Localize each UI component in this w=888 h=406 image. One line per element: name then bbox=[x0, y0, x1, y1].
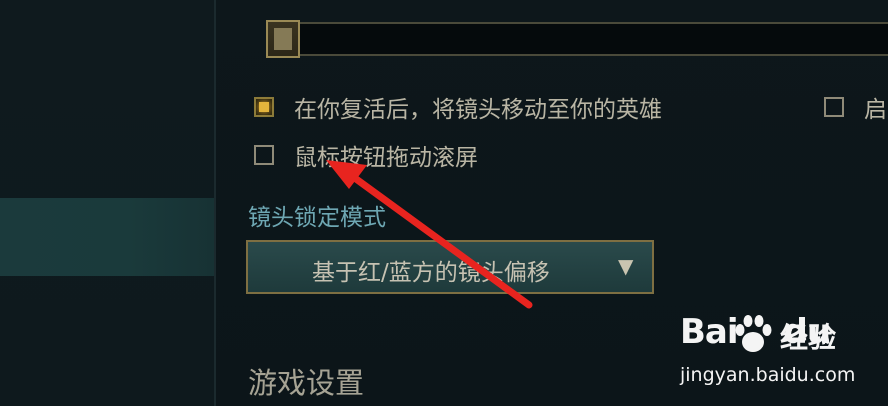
camera-lock-mode-dropdown[interactable]: 基于红/蓝方的镜头偏移 ▼ bbox=[246, 240, 654, 294]
dropdown-selected-value: 基于红/蓝方的镜头偏移 bbox=[312, 260, 550, 286]
right-option-label: 启 bbox=[864, 97, 887, 123]
chevron-down-icon: ▼ bbox=[618, 254, 634, 278]
game-settings-screen: 在你复活后，将镜头移动至你的英雄 启 鼠标按钮拖动滚屏 镜头锁定模式 基于红/蓝… bbox=[0, 0, 888, 406]
camera-lock-mode-label: 镜头锁定模式 bbox=[248, 205, 386, 231]
settings-nav-panel bbox=[0, 0, 214, 406]
slider-track[interactable] bbox=[268, 22, 888, 56]
mouse-drag-scroll-checkbox[interactable] bbox=[254, 145, 274, 165]
mouse-drag-scroll-label: 鼠标按钮拖动滚屏 bbox=[294, 145, 478, 171]
jingyan-url: jingyan.baidu.com bbox=[680, 364, 856, 386]
jingyan-brand: 经验 bbox=[780, 321, 837, 354]
revive-camera-checkbox[interactable] bbox=[254, 97, 274, 117]
game-settings-heading: 游戏设置 bbox=[248, 366, 365, 400]
slider-handle[interactable] bbox=[266, 20, 300, 58]
baidu-jingyan-watermark: Bai du 经验 jingyan.baidu.com bbox=[680, 312, 880, 402]
revive-camera-label: 在你复活后，将镜头移动至你的英雄 bbox=[294, 97, 662, 123]
right-option-checkbox[interactable] bbox=[824, 97, 844, 117]
nav-item-selected[interactable] bbox=[0, 198, 214, 276]
paw-icon bbox=[735, 315, 772, 352]
